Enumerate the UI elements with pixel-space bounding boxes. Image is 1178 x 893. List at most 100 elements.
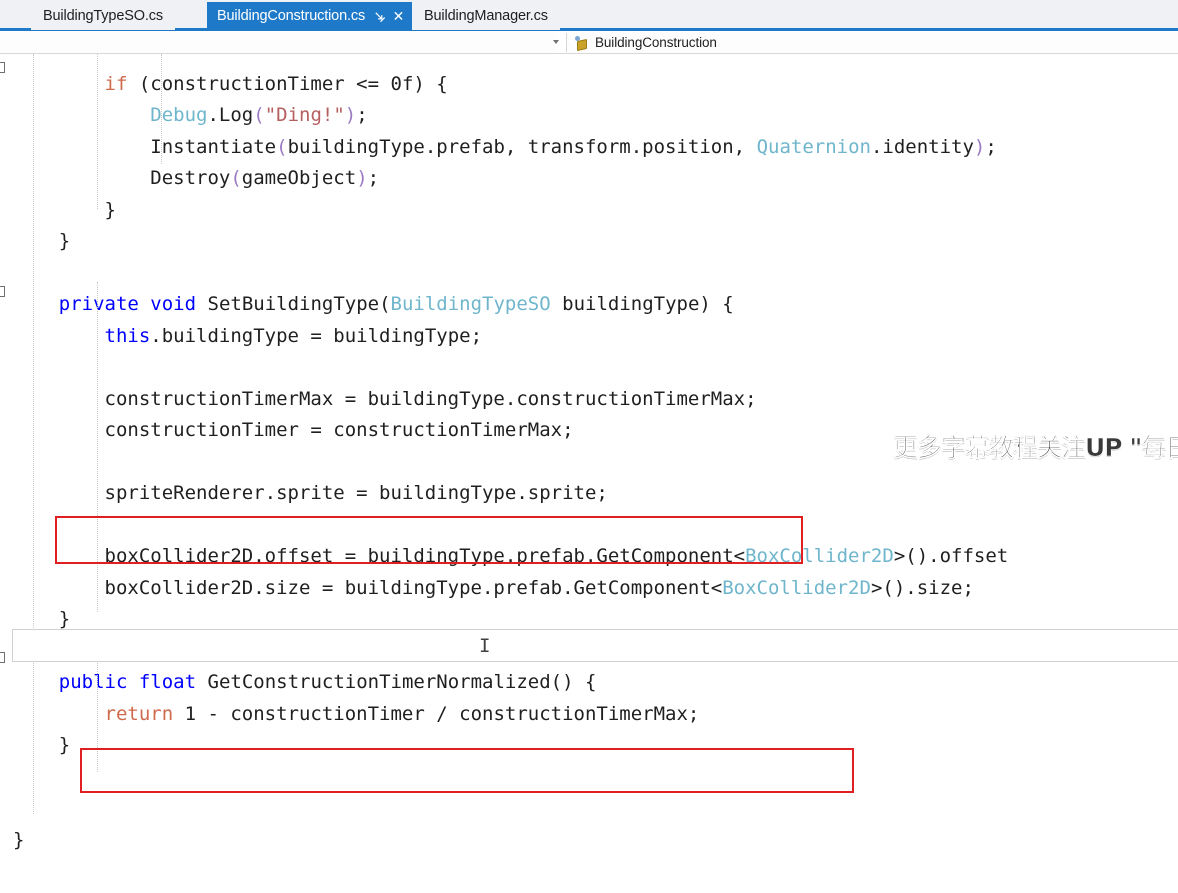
text-cursor: I bbox=[479, 635, 491, 657]
code-line-text: this.buildingType = buildingType; bbox=[13, 321, 483, 353]
member-selector-dropdown[interactable]: BuildingConstruction bbox=[567, 31, 1178, 54]
code-token: boxCollider2D.size = buildingType.prefab… bbox=[13, 576, 723, 599]
indent-guide bbox=[97, 54, 99, 209]
indent-guide bbox=[97, 652, 99, 772]
code-token: buildingType) { bbox=[550, 293, 734, 315]
code-line[interactable]: } bbox=[0, 193, 1178, 225]
code-editor[interactable]: if (constructionTimer <= 0f) { Debug.Log… bbox=[0, 54, 1178, 893]
code-line[interactable]: boxCollider2D.offset = buildingType.pref… bbox=[0, 539, 1178, 571]
code-line-text: public float GetConstructionTimerNormali… bbox=[13, 667, 597, 699]
collapse-toggle-icon[interactable] bbox=[0, 652, 5, 663]
indent-guide bbox=[97, 282, 99, 612]
code-line-text: } bbox=[13, 226, 70, 258]
code-token: boxCollider2D.offset = buildingType.pref… bbox=[13, 545, 746, 567]
collapse-toggle-icon[interactable] bbox=[0, 286, 5, 297]
code-line[interactable]: private void SetBuildingType(BuildingTyp… bbox=[0, 287, 1178, 319]
code-token: GetConstructionTimerNormalized() { bbox=[196, 671, 597, 693]
code-line[interactable]: } bbox=[0, 823, 1178, 855]
type-selector-dropdown[interactable] bbox=[0, 31, 556, 54]
close-icon[interactable]: ✕ bbox=[393, 9, 405, 23]
indent-guide bbox=[161, 54, 163, 164]
code-token: ) bbox=[973, 135, 986, 158]
code-token: .identity bbox=[870, 135, 974, 158]
code-token: ( bbox=[230, 167, 242, 189]
current-member-label: BuildingConstruction bbox=[595, 35, 717, 50]
code-line[interactable]: spriteRenderer.sprite = buildingType.spr… bbox=[0, 476, 1178, 508]
code-token: ) bbox=[344, 104, 357, 126]
code-token: BoxCollider2D bbox=[745, 545, 894, 567]
code-token: Instantiate bbox=[13, 135, 277, 158]
code-token: this bbox=[104, 324, 151, 347]
code-token: public bbox=[58, 671, 128, 693]
tab-icon-group: ⇥ ✕ bbox=[370, 6, 405, 26]
code-token: ) bbox=[356, 167, 368, 189]
code-line[interactable]: this.buildingType = buildingType; bbox=[0, 319, 1178, 351]
code-token: Debug bbox=[150, 104, 208, 126]
code-line[interactable] bbox=[0, 760, 1178, 792]
navigation-bar: BuildingConstruction bbox=[0, 31, 1178, 54]
code-token: ( bbox=[276, 135, 288, 158]
code-line[interactable] bbox=[0, 791, 1178, 823]
code-token: Quaternion bbox=[756, 135, 871, 158]
code-line-text: } bbox=[13, 195, 116, 227]
code-line[interactable]: Debug.Log("Ding!"); bbox=[0, 98, 1178, 130]
watermark-text: 更多字幕教程关注UP "每日( bbox=[893, 433, 1178, 463]
collapse-toggle-icon[interactable] bbox=[0, 62, 5, 73]
code-line[interactable]: boxCollider2D.size = buildingType.prefab… bbox=[0, 571, 1178, 603]
code-token: "Ding!" bbox=[264, 104, 345, 126]
code-token: } bbox=[13, 608, 71, 630]
tab-label: BuildingTypeSO.cs bbox=[43, 7, 163, 24]
tab-buildingconstruction[interactable]: BuildingConstruction.cs ⇥ ✕ bbox=[207, 2, 413, 30]
code-line[interactable] bbox=[0, 256, 1178, 288]
code-token: (constructionTimer <= 0f) { bbox=[127, 72, 448, 95]
code-token: ; bbox=[985, 135, 997, 158]
code-line[interactable]: return 1 - constructionTimer / construct… bbox=[0, 697, 1178, 729]
method-icon bbox=[575, 35, 589, 51]
code-line[interactable]: if (constructionTimer <= 0f) { bbox=[0, 67, 1178, 99]
code-token: } bbox=[13, 828, 25, 851]
tab-buildingmanager[interactable]: BuildingManager.cs bbox=[412, 1, 560, 30]
code-token: ; bbox=[367, 167, 380, 189]
code-token: buildingType.prefab, transform.position, bbox=[287, 135, 757, 158]
code-token: } bbox=[13, 734, 71, 756]
code-token: >().size; bbox=[870, 576, 974, 599]
code-token: ( bbox=[253, 104, 265, 126]
code-token: >().offset bbox=[893, 545, 1009, 567]
code-line[interactable]: public float GetConstructionTimerNormali… bbox=[0, 665, 1178, 697]
code-line-text: constructionTimerMax = buildingType.cons… bbox=[13, 384, 757, 416]
tab-label: BuildingManager.cs bbox=[424, 7, 548, 24]
code-token: constructionTimerMax = buildingType.cons… bbox=[13, 387, 757, 410]
code-line-text: boxCollider2D.size = buildingType.prefab… bbox=[13, 573, 974, 605]
code-token: BuildingTypeSO bbox=[390, 293, 551, 315]
pin-icon[interactable]: ⇥ bbox=[370, 6, 390, 26]
code-line[interactable]: } bbox=[0, 728, 1178, 760]
code-line-text: } bbox=[13, 730, 70, 762]
code-line-text: Destroy(gameObject); bbox=[13, 163, 379, 195]
code-line[interactable] bbox=[0, 350, 1178, 382]
code-token: } bbox=[13, 230, 71, 252]
code-line[interactable]: constructionTimerMax = buildingType.cons… bbox=[0, 382, 1178, 414]
code-token: 1 - constructionTimer / constructionTime… bbox=[173, 702, 700, 725]
indent-guide bbox=[33, 54, 35, 814]
code-line[interactable]: Destroy(gameObject); bbox=[0, 161, 1178, 193]
code-line[interactable]: } bbox=[0, 224, 1178, 256]
code-token: gameObject bbox=[241, 167, 357, 189]
code-content: if (constructionTimer <= 0f) { Debug.Log… bbox=[0, 54, 1178, 893]
tab-buildingtypeso[interactable]: BuildingTypeSO.cs bbox=[31, 1, 175, 30]
code-token: BoxCollider2D bbox=[722, 576, 871, 599]
code-line[interactable] bbox=[0, 54, 1178, 67]
code-line-text: return 1 - constructionTimer / construct… bbox=[13, 699, 700, 731]
code-line-text: Debug.Log("Ding!"); bbox=[13, 100, 367, 132]
code-line-text: } bbox=[13, 825, 24, 857]
tab-label: BuildingConstruction.cs bbox=[217, 8, 366, 24]
code-line[interactable] bbox=[0, 508, 1178, 540]
code-line[interactable]: Instantiate(buildingType.prefab, transfo… bbox=[0, 130, 1178, 162]
code-token: SetBuildingType( bbox=[196, 293, 391, 315]
chevron-down-icon[interactable] bbox=[553, 40, 559, 44]
